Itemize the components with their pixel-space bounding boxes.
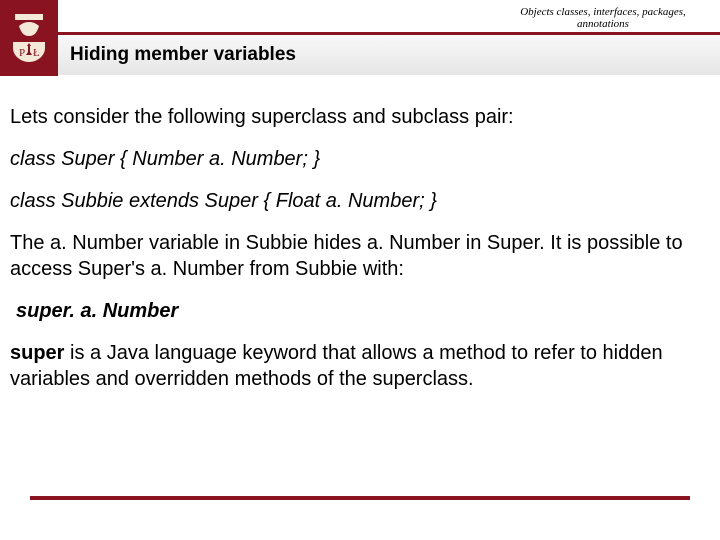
keyword-super: super bbox=[10, 342, 64, 364]
keyword-example: super. a. Number bbox=[10, 298, 710, 324]
explanation-paragraph: The a. Number variable in Subbie hides a… bbox=[10, 230, 710, 282]
slide-title: Hiding member variables bbox=[70, 44, 296, 66]
title-bar: Hiding member variables bbox=[58, 35, 720, 75]
shield-logo-icon: P Ł bbox=[9, 10, 49, 66]
svg-text:Ł: Ł bbox=[33, 47, 40, 59]
footer-rule bbox=[30, 496, 690, 500]
svg-text:P: P bbox=[19, 47, 25, 59]
slide-header: P Ł Objects classes, interfaces, package… bbox=[0, 0, 720, 76]
intro-paragraph: Lets consider the following superclass a… bbox=[10, 104, 710, 130]
institution-logo: P Ł bbox=[0, 0, 58, 76]
code-line-1: class Super { Number a. Number; } bbox=[10, 146, 710, 172]
slide: P Ł Objects classes, interfaces, package… bbox=[0, 0, 720, 540]
slide-body: Lets consider the following superclass a… bbox=[0, 76, 720, 392]
topic-label: Objects classes, interfaces, packages, a… bbox=[498, 6, 708, 30]
keyword-definition-text: is a Java language keyword that allows a… bbox=[10, 342, 663, 390]
topic-line-1: Objects classes, interfaces, packages, bbox=[498, 6, 708, 18]
code-line-2: class Subbie extends Super { Float a. Nu… bbox=[10, 188, 710, 214]
topic-line-2: annotations bbox=[498, 18, 708, 30]
keyword-definition: super is a Java language keyword that al… bbox=[10, 340, 710, 392]
